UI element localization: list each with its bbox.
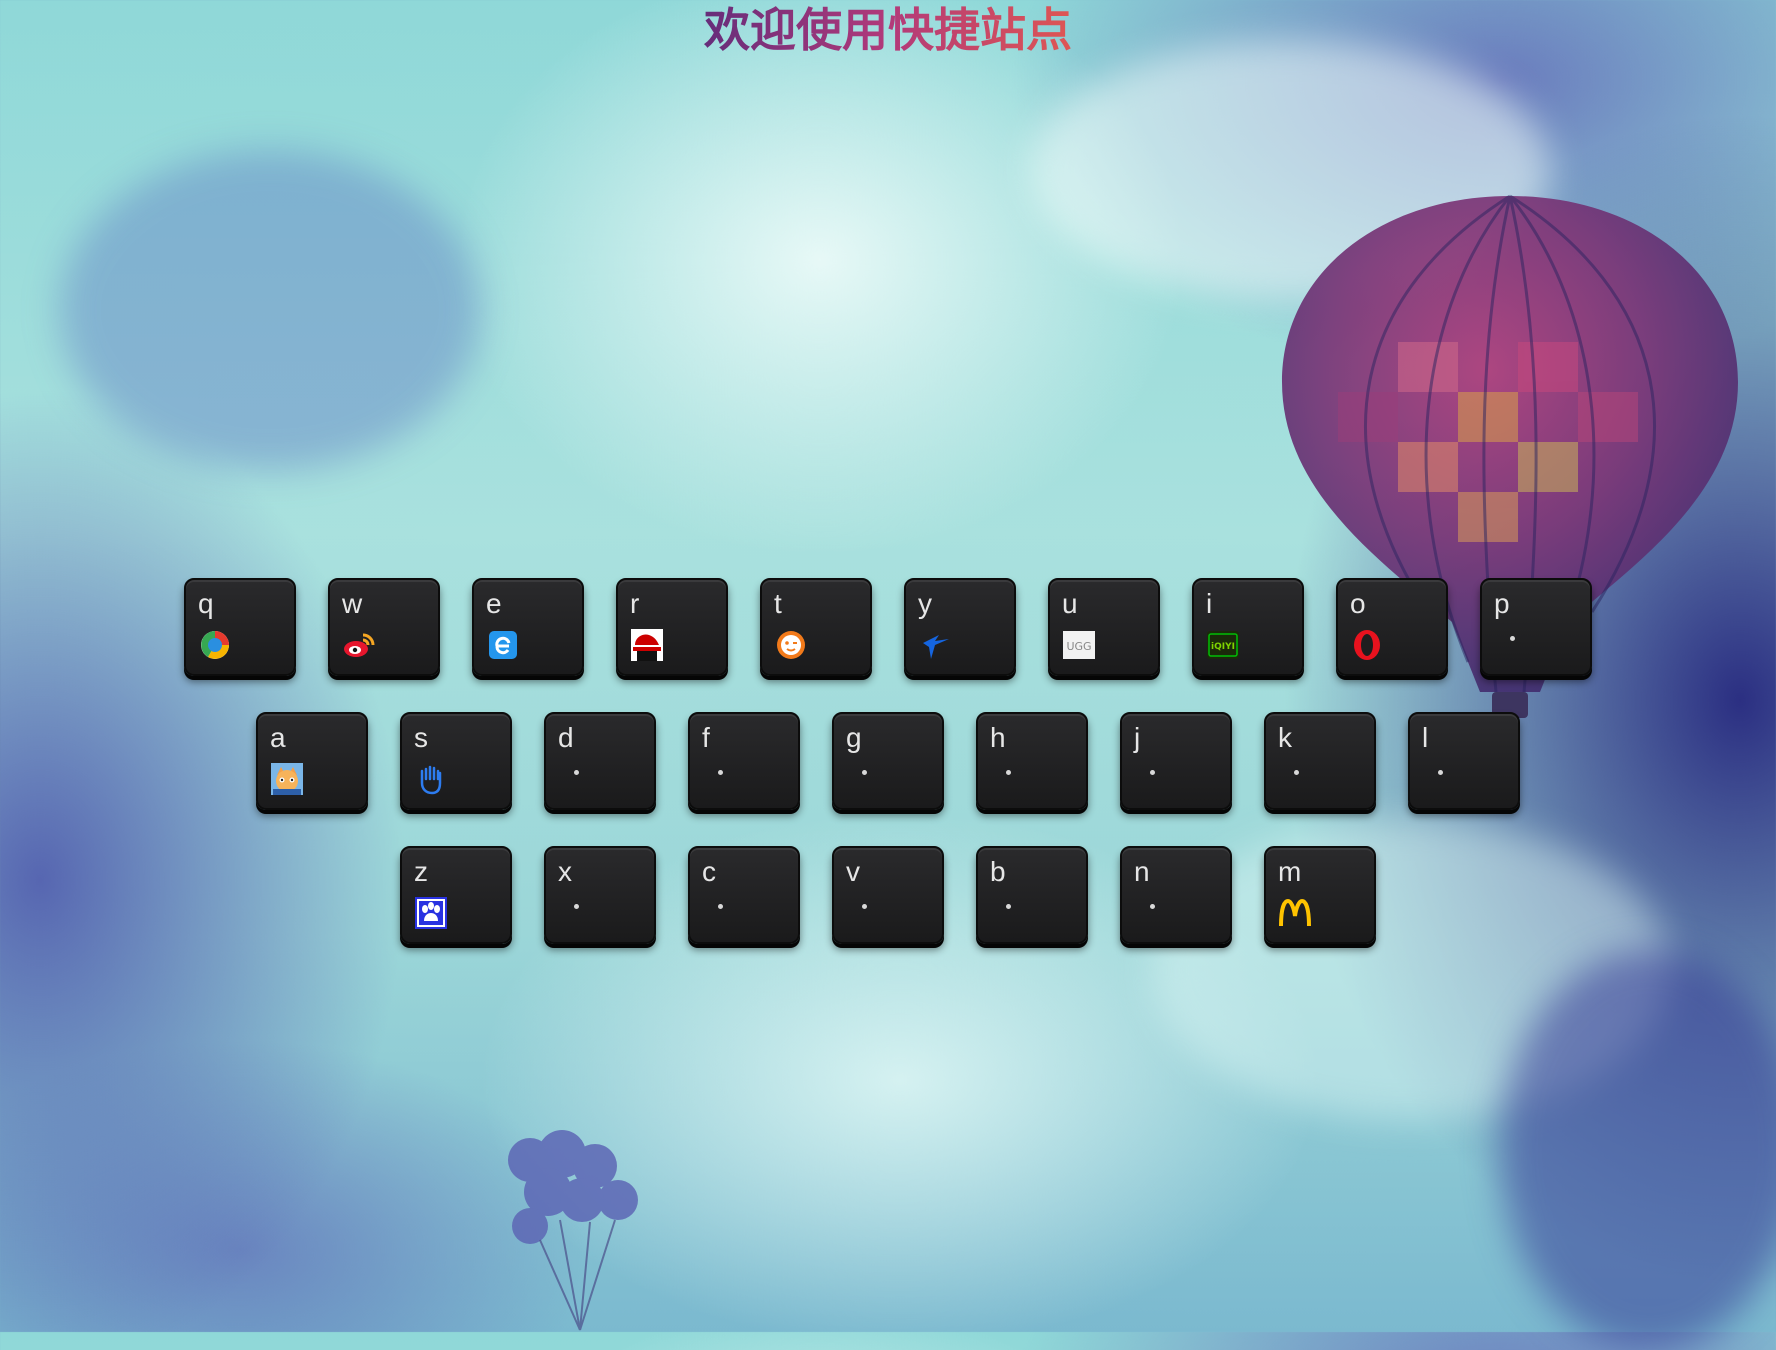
key-letter: r (630, 588, 640, 619)
key-k[interactable]: k (1264, 712, 1376, 810)
key-v[interactable]: v (832, 846, 944, 944)
svg-text:UGG: UGG (1066, 640, 1091, 653)
glove-hand-icon (414, 762, 448, 796)
redhat-icon (630, 628, 664, 662)
key-x[interactable]: x (544, 846, 656, 944)
dot-placeholder-icon (574, 904, 579, 909)
key-letter: w (342, 588, 363, 619)
airline-arrow-icon (918, 628, 952, 662)
ugg-logo-icon: UGG (1062, 628, 1096, 662)
keyboard-row-1: q w e r t y u UGG i iQIYI o p (184, 578, 1592, 676)
background-cloud (1500, 950, 1776, 1350)
key-h[interactable]: h (976, 712, 1088, 810)
keyboard-row-2: asdfghjkl (256, 712, 1520, 810)
dot-placeholder-icon (1510, 636, 1515, 641)
key-letter: d (558, 722, 574, 753)
baidu-paw-icon (414, 896, 448, 930)
dot-placeholder-icon (1294, 770, 1299, 775)
key-letter: h (990, 722, 1006, 753)
key-q[interactable]: q (184, 578, 296, 676)
key-letter: s (414, 722, 428, 753)
key-letter: z (414, 856, 428, 887)
anime-cat-icon (270, 762, 304, 796)
key-letter: a (270, 722, 286, 753)
key-letter: i (1206, 588, 1213, 619)
key-e[interactable]: e (472, 578, 584, 676)
key-letter: x (558, 856, 572, 887)
tencent-qq-browser-icon (198, 628, 232, 662)
iqiyi-logo-icon: iQIYI (1206, 628, 1240, 662)
key-o[interactable]: o (1336, 578, 1448, 676)
key-i[interactable]: i iQIYI (1192, 578, 1304, 676)
key-f[interactable]: f (688, 712, 800, 810)
key-a[interactable]: a (256, 712, 368, 810)
dot-placeholder-icon (574, 770, 579, 775)
dot-placeholder-icon (1150, 770, 1155, 775)
dot-placeholder-icon (718, 770, 723, 775)
key-letter: u (1062, 588, 1078, 619)
dot-placeholder-icon (862, 770, 867, 775)
key-u[interactable]: u UGG (1048, 578, 1160, 676)
dot-placeholder-icon (718, 904, 723, 909)
key-w[interactable]: w (328, 578, 440, 676)
key-p[interactable]: p (1480, 578, 1592, 676)
key-letter: v (846, 856, 860, 887)
key-letter: k (1278, 722, 1292, 753)
svg-text:iQIYI: iQIYI (1211, 642, 1235, 652)
keyboard-row-3: zxcvbnm (400, 846, 1376, 944)
key-m[interactable]: m (1264, 846, 1376, 944)
key-letter: q (198, 588, 214, 619)
ie-browser-icon (486, 628, 520, 662)
key-c[interactable]: c (688, 846, 800, 944)
dot-placeholder-icon (1438, 770, 1443, 775)
weibo-icon (342, 628, 376, 662)
key-letter: g (846, 722, 862, 753)
key-t[interactable]: t (760, 578, 872, 676)
key-letter: f (702, 722, 710, 753)
key-j[interactable]: j (1120, 712, 1232, 810)
key-letter: e (486, 588, 502, 619)
key-letter: l (1422, 722, 1429, 753)
key-s[interactable]: s (400, 712, 512, 810)
key-g[interactable]: g (832, 712, 944, 810)
key-letter: j (1134, 722, 1141, 753)
key-b[interactable]: b (976, 846, 1088, 944)
key-letter: o (1350, 588, 1366, 619)
dot-placeholder-icon (1006, 904, 1011, 909)
key-letter: y (918, 588, 932, 619)
key-letter: t (774, 588, 782, 619)
key-y[interactable]: y (904, 578, 1016, 676)
key-d[interactable]: d (544, 712, 656, 810)
tiktok-mascot-icon (774, 628, 808, 662)
background-cloud (60, 150, 480, 470)
key-letter: n (1134, 856, 1150, 887)
key-letter: c (702, 856, 716, 887)
toy-balloons-icon (508, 1130, 638, 1331)
key-n[interactable]: n (1120, 846, 1232, 944)
dot-placeholder-icon (862, 904, 867, 909)
dot-placeholder-icon (1150, 904, 1155, 909)
page-title: 欢迎使用快捷站点 (678, 0, 1098, 60)
mcdonalds-icon (1278, 896, 1312, 930)
opera-icon (1350, 628, 1384, 662)
dot-placeholder-icon (1006, 770, 1011, 775)
key-z[interactable]: z (400, 846, 512, 944)
key-letter: m (1278, 856, 1302, 887)
key-letter: p (1494, 588, 1510, 619)
key-letter: b (990, 856, 1006, 887)
key-r[interactable]: r (616, 578, 728, 676)
key-l[interactable]: l (1408, 712, 1520, 810)
